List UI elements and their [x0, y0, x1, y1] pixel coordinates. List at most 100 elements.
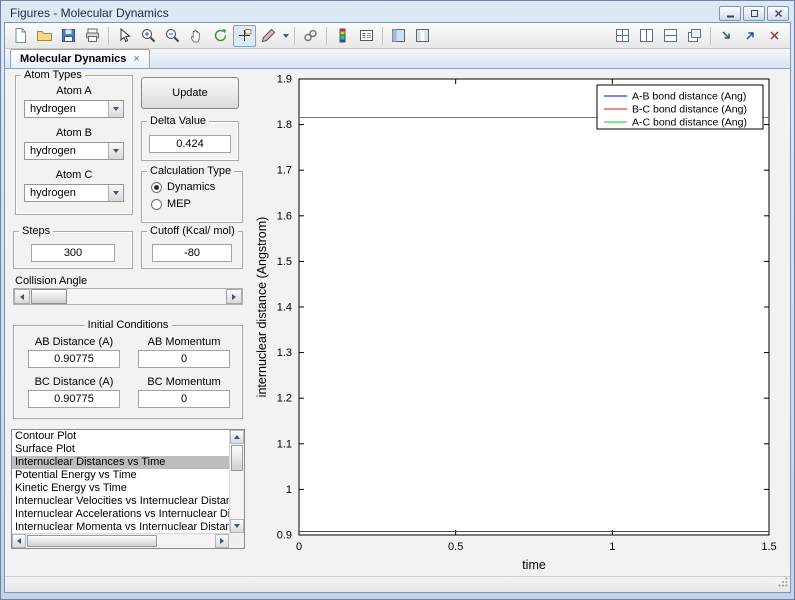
slider-right-arrow[interactable] [226, 289, 242, 304]
new-figure-icon[interactable] [9, 25, 32, 47]
steps-input[interactable] [31, 244, 115, 262]
vertical-scrollbar[interactable] [229, 430, 244, 533]
list-item[interactable]: Kinetic Energy vs Time [12, 482, 229, 495]
toolbar-separator [108, 27, 109, 45]
radio-dynamics-label: Dynamics [167, 181, 215, 193]
list-item[interactable]: Contour Plot [12, 430, 229, 443]
dock-arrow-icon[interactable] [715, 25, 738, 47]
float-windows-icon[interactable] [683, 25, 706, 47]
scroll-left-icon[interactable] [12, 534, 26, 548]
statusbar [5, 576, 790, 592]
list-item[interactable]: Internuclear Distances vs Time [12, 456, 229, 469]
list-item[interactable]: Surface Plot [12, 443, 229, 456]
list-item[interactable]: Internuclear Momenta vs Internuclear Dis… [12, 521, 229, 533]
atom-c-select[interactable]: hydrogen [24, 184, 124, 202]
close-figures-icon[interactable] [763, 25, 786, 47]
print-figure-icon[interactable] [81, 25, 104, 47]
ab-distance-input[interactable] [28, 350, 120, 368]
resize-grip-icon [777, 576, 789, 588]
scrollbar-corner [229, 533, 244, 548]
chevron-down-icon[interactable] [108, 185, 123, 201]
resize-grip[interactable] [777, 576, 789, 591]
steps-group: Steps [13, 231, 133, 269]
ab-momentum-label: AB Momentum [134, 336, 234, 348]
edit-plot-icon[interactable] [113, 25, 136, 47]
cutoff-title: Cutoff (Kcal/ mol) [147, 225, 238, 237]
brush-dropdown-icon[interactable] [281, 25, 290, 47]
steps-title: Steps [19, 225, 53, 237]
titlebar[interactable]: Figures - Molecular Dynamics [4, 4, 791, 22]
zoom-out-icon[interactable] [161, 25, 184, 47]
scroll-right-icon[interactable] [215, 534, 229, 548]
svg-text:1.7: 1.7 [277, 165, 292, 177]
list-item[interactable]: Potential Energy vs Time [12, 469, 229, 482]
collision-angle-slider[interactable] [13, 288, 243, 305]
tab-molecular-dynamics[interactable]: Molecular Dynamics × [10, 49, 150, 68]
figure-area: 00.511.50.911.11.21.31.41.51.61.71.81.9t… [253, 69, 790, 576]
calculation-type-title: Calculation Type [147, 165, 234, 177]
maximize-button[interactable] [743, 6, 765, 21]
svg-text:1.5: 1.5 [761, 541, 776, 553]
tile-grid-icon[interactable] [611, 25, 634, 47]
open-file-icon[interactable] [33, 25, 56, 47]
svg-text:1.9: 1.9 [277, 74, 292, 86]
insert-legend-icon[interactable] [355, 25, 378, 47]
zoom-in-icon[interactable] [137, 25, 160, 47]
svg-text:0.9: 0.9 [277, 530, 292, 542]
brush-data-icon[interactable] [257, 25, 280, 47]
toolbar-separator [294, 27, 295, 45]
internuclear-distance-plot[interactable]: 00.511.50.911.11.21.31.41.51.61.71.81.9t… [253, 69, 792, 577]
save-figure-icon[interactable] [57, 25, 80, 47]
minimize-button[interactable] [719, 6, 741, 21]
scroll-up-icon[interactable] [230, 430, 244, 444]
horizontal-scrollbar[interactable] [12, 533, 229, 548]
ab-momentum-input[interactable] [138, 350, 230, 368]
horizontal-scroll-thumb[interactable] [27, 535, 157, 547]
vertical-scroll-thumb[interactable] [231, 445, 243, 471]
tile-columns-icon[interactable] [635, 25, 658, 47]
tile-rows-icon[interactable] [659, 25, 682, 47]
svg-text:time: time [522, 558, 546, 572]
bc-distance-label: BC Distance (A) [24, 376, 124, 388]
svg-text:A-C bond distance (Ang): A-C bond distance (Ang) [632, 117, 747, 129]
radio-dynamics[interactable]: Dynamics [151, 181, 242, 193]
insert-colorbar-icon[interactable] [331, 25, 354, 47]
data-cursor-icon[interactable] [233, 25, 256, 47]
rotate-3d-icon[interactable] [209, 25, 232, 47]
atom-a-select[interactable]: hydrogen [24, 100, 124, 118]
undock-arrow-icon[interactable] [739, 25, 762, 47]
slider-left-arrow[interactable] [14, 289, 30, 304]
close-button[interactable] [767, 6, 789, 21]
scroll-down-icon[interactable] [230, 519, 244, 533]
list-item[interactable]: Internuclear Velocities vs Internuclear … [12, 495, 229, 508]
plot-type-listbox[interactable]: Contour PlotSurface PlotInternuclear Dis… [11, 429, 245, 549]
bc-momentum-input[interactable] [138, 390, 230, 408]
tab-close-icon[interactable]: × [133, 53, 139, 65]
cutoff-input[interactable] [152, 244, 232, 262]
chevron-down-icon[interactable] [108, 101, 123, 117]
atom-a-label: Atom A [16, 85, 132, 97]
svg-text:1.4: 1.4 [277, 302, 292, 314]
delta-value-title: Delta Value [147, 115, 209, 127]
hide-plot-tools-icon[interactable] [387, 25, 410, 47]
slider-thumb[interactable] [31, 289, 67, 304]
update-button[interactable]: Update [141, 77, 239, 109]
app-frame: Molecular Dynamics × Atom Types Atom A h… [4, 22, 791, 593]
radio-mep-circle[interactable] [151, 199, 162, 210]
delta-value-input[interactable] [149, 135, 231, 153]
toolbar-separator [326, 27, 327, 45]
maximize-icon [750, 9, 759, 18]
initial-conditions-group: Initial Conditions AB Distance (A) AB Mo… [13, 325, 243, 419]
show-plot-tools-dock-icon[interactable] [411, 25, 434, 47]
radio-dynamics-circle[interactable] [151, 182, 162, 193]
list-item[interactable]: Internuclear Accelerations vs Internucle… [12, 508, 229, 521]
bc-distance-input[interactable] [28, 390, 120, 408]
pan-hand-icon[interactable] [185, 25, 208, 47]
radio-mep[interactable]: MEP [151, 198, 242, 210]
toolbar-separator [710, 27, 711, 45]
cutoff-group: Cutoff (Kcal/ mol) [141, 231, 243, 269]
atom-b-select[interactable]: hydrogen [24, 142, 124, 160]
main-content: Atom Types Atom A hydrogen Atom B hydrog… [5, 69, 790, 576]
link-plot-icon[interactable] [299, 25, 322, 47]
chevron-down-icon[interactable] [108, 143, 123, 159]
